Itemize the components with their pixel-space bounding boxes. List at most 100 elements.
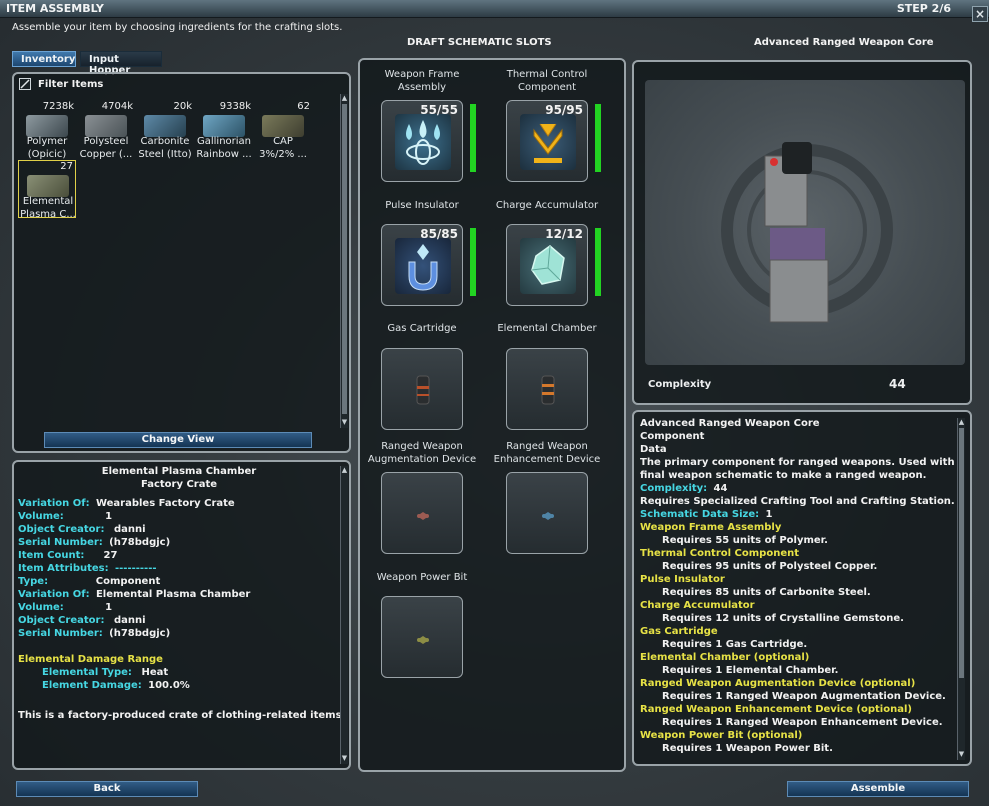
slot-count: 12/12 bbox=[545, 227, 583, 241]
complexity-value: 44 bbox=[889, 377, 906, 391]
attr-row: Object Creator: danni bbox=[18, 524, 146, 535]
slot-count: 85/85 bbox=[420, 227, 458, 241]
polymer-icon bbox=[26, 115, 68, 137]
slot-charge-accumulator[interactable]: 12/12 bbox=[506, 224, 601, 306]
slot-label: Gas Cartridge bbox=[387, 323, 457, 334]
slot-count: 55/55 bbox=[420, 103, 458, 117]
carbonite-icon bbox=[144, 115, 186, 137]
item-name: CAP 3%/2% ... bbox=[259, 136, 307, 160]
slot-elemental-chamber[interactable] bbox=[506, 348, 588, 430]
attr-row: Type: Component bbox=[18, 576, 161, 587]
damage-range-header: Elemental Damage Range bbox=[18, 654, 163, 665]
product-name: Advanced Ranged Weapon Core bbox=[754, 37, 934, 48]
slot-fill-bar bbox=[595, 104, 601, 172]
slot-pulse-insulator[interactable]: 85/85 bbox=[381, 224, 476, 306]
item-count: 62 bbox=[297, 101, 310, 112]
slot-fill-bar bbox=[595, 228, 601, 296]
back-button[interactable]: Back bbox=[16, 781, 198, 797]
change-view-button[interactable]: Change View bbox=[44, 432, 312, 448]
attr-row: Item Attributes: ---------- bbox=[18, 563, 157, 574]
slot-gas-cartridge[interactable] bbox=[381, 348, 463, 430]
cap-icon bbox=[262, 115, 304, 137]
description-scrollbar[interactable]: ▲ ▼ bbox=[957, 418, 965, 760]
slot-label: Elemental Chamber bbox=[497, 323, 597, 334]
slot-count: 95/95 bbox=[545, 103, 583, 117]
tab-input-hopper[interactable]: Input Hopper bbox=[80, 51, 162, 76]
attr-row: Item Count: 27 bbox=[18, 550, 118, 561]
slot-enhancement-device[interactable] bbox=[506, 472, 588, 554]
scroll-thumb[interactable] bbox=[959, 428, 964, 678]
attr-row: Serial Number: (h78bdgjc) bbox=[18, 628, 171, 639]
complexity-label: Complexity bbox=[648, 379, 712, 390]
item-name: Carbonite Steel (Itto) bbox=[138, 136, 192, 160]
thermal-chevron-icon bbox=[520, 114, 576, 170]
item-count: 7238k bbox=[42, 101, 74, 112]
item-name: Gallinorian Rainbow ... bbox=[196, 136, 252, 160]
product-preview[interactable] bbox=[645, 80, 965, 365]
item-name: Polysteel Copper (... bbox=[79, 136, 133, 160]
attr-row: Elemental Type: Heat bbox=[42, 667, 169, 678]
item-name: Polymer (Opicic) bbox=[26, 136, 68, 160]
slot-label: Weapon Frame Assembly bbox=[384, 69, 460, 93]
slot-label: Ranged Weapon Enhancement Device bbox=[493, 441, 601, 465]
filter-checkbox[interactable] bbox=[19, 78, 31, 90]
water-drops-icon bbox=[395, 114, 451, 170]
scroll-up-icon[interactable]: ▲ bbox=[958, 418, 965, 426]
details-scrollbar[interactable]: ▲ ▼ bbox=[340, 466, 348, 764]
item-name: Elemental Plasma C... bbox=[20, 196, 76, 220]
filter-icon bbox=[20, 79, 30, 89]
power-bit-icon bbox=[395, 610, 451, 666]
scroll-down-icon[interactable]: ▼ bbox=[341, 754, 348, 762]
inventory-item-selected[interactable]: 27 Elemental Plasma C... bbox=[18, 160, 76, 220]
inventory-scrollbar[interactable]: ▲ ▼ bbox=[340, 94, 348, 428]
magnet-icon bbox=[395, 238, 451, 294]
step-indicator: STEP 2/6 bbox=[896, 2, 951, 15]
cartridge-icon bbox=[395, 362, 451, 418]
slot-label: Pulse Insulator bbox=[385, 200, 459, 211]
item-count: 27 bbox=[60, 161, 73, 172]
slot-label: Ranged Weapon Augmentation Device bbox=[367, 441, 477, 465]
augment-icon bbox=[395, 486, 451, 542]
scroll-up-icon[interactable]: ▲ bbox=[341, 94, 348, 102]
slot-thermal-control-component[interactable]: 95/95 bbox=[506, 100, 601, 182]
slot-weapon-frame-assembly[interactable]: 55/55 bbox=[381, 100, 476, 182]
attr-row: Object Creator: danni bbox=[18, 615, 146, 626]
slot-weapon-power-bit[interactable] bbox=[381, 596, 463, 678]
crystal-icon bbox=[520, 238, 576, 294]
chamber-icon bbox=[520, 362, 576, 418]
attr-row: Variation Of: Wearables Factory Crate bbox=[18, 498, 235, 509]
crate-icon bbox=[27, 175, 69, 197]
item-count: 9338k bbox=[219, 101, 251, 112]
scroll-down-icon[interactable]: ▼ bbox=[958, 750, 965, 758]
title-bar[interactable]: ITEM ASSEMBLY STEP 2/6 bbox=[0, 0, 989, 18]
slot-label: Charge Accumulator bbox=[495, 200, 599, 211]
attr-row: Element Damage: 100.0% bbox=[42, 680, 190, 691]
details-subtitle: Factory Crate bbox=[140, 479, 218, 490]
slot-label: Weapon Power Bit bbox=[376, 572, 468, 583]
item-count: 20k bbox=[173, 101, 192, 112]
scroll-up-icon[interactable]: ▲ bbox=[341, 466, 348, 474]
filter-label: Filter Items bbox=[38, 79, 104, 90]
gemstone-icon bbox=[203, 115, 245, 137]
close-button[interactable]: × bbox=[972, 6, 988, 22]
details-title: Elemental Plasma Chamber bbox=[101, 466, 257, 477]
window-title: ITEM ASSEMBLY bbox=[6, 2, 104, 15]
weapon-core-icon bbox=[721, 142, 893, 323]
slot-label: Thermal Control Component bbox=[506, 69, 588, 93]
attr-row: Serial Number: (h78bdgjc) bbox=[18, 537, 171, 548]
tab-inventory[interactable]: Inventory bbox=[12, 51, 76, 67]
slot-fill-bar bbox=[470, 228, 476, 296]
assemble-button[interactable]: Assemble bbox=[787, 781, 969, 797]
attr-row: Volume: 1 bbox=[18, 602, 113, 613]
polysteel-icon bbox=[85, 115, 127, 137]
attr-row: Variation Of: Elemental Plasma Chamber bbox=[18, 589, 251, 600]
schematic-header: DRAFT SCHEMATIC SLOTS bbox=[407, 37, 552, 48]
slot-fill-bar bbox=[470, 104, 476, 172]
enhance-icon bbox=[520, 486, 576, 542]
details-footer: This is a factory-produced crate of clot… bbox=[18, 710, 346, 721]
scroll-down-icon[interactable]: ▼ bbox=[341, 418, 348, 426]
slot-augmentation-device[interactable] bbox=[381, 472, 463, 554]
attr-row: Volume: 1 bbox=[18, 511, 113, 522]
scroll-thumb[interactable] bbox=[342, 104, 347, 414]
instructions: Assemble your item by choosing ingredien… bbox=[12, 22, 343, 33]
